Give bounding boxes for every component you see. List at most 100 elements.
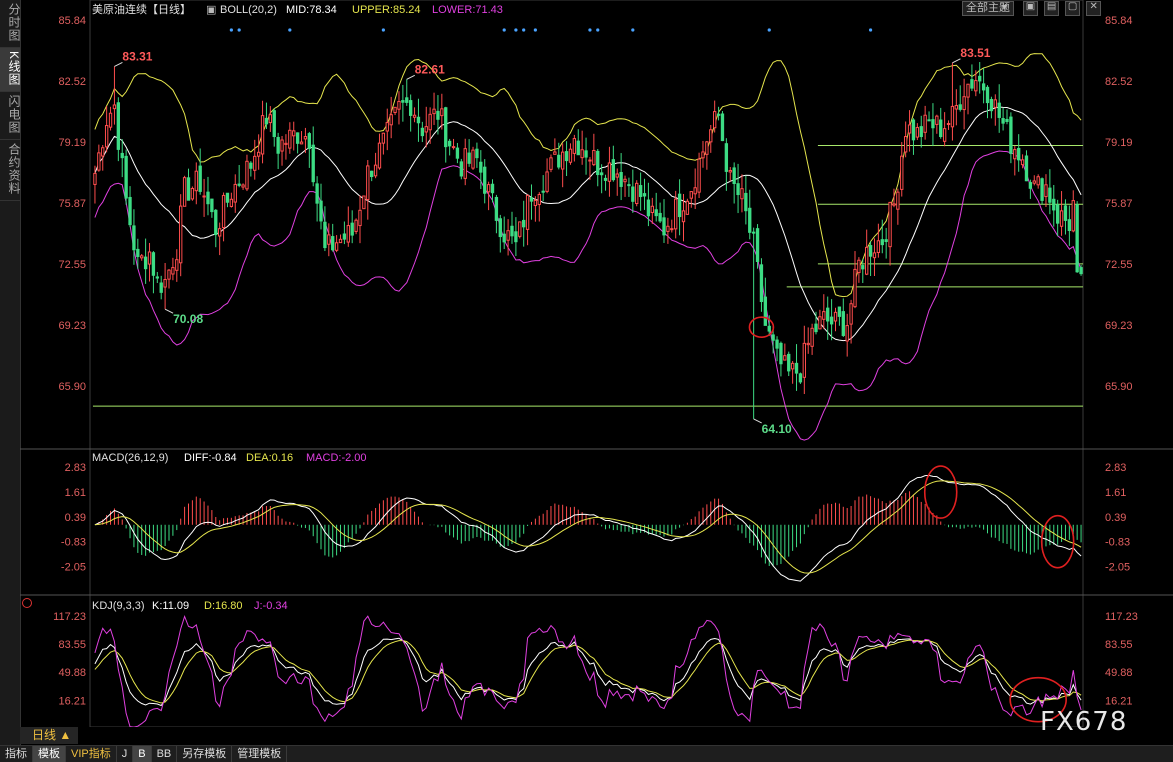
candle-body[interactable] (323, 221, 327, 249)
candle-body[interactable] (206, 191, 210, 205)
candle-body[interactable] (857, 259, 861, 274)
candle-body[interactable] (428, 113, 432, 131)
candle-body[interactable] (179, 205, 183, 264)
candle-body[interactable] (736, 183, 740, 196)
chevron-down-icon[interactable]: ▼ (1000, 2, 1009, 12)
candle-body[interactable] (455, 147, 460, 159)
candle-body[interactable] (822, 311, 826, 320)
candle-body[interactable] (580, 149, 584, 159)
candle-body[interactable] (607, 162, 612, 182)
candle-body[interactable] (802, 342, 806, 378)
candle-body[interactable] (198, 165, 202, 192)
candle-body[interactable] (674, 198, 678, 230)
candle-body[interactable] (358, 209, 362, 227)
candle-body[interactable] (1055, 204, 1060, 224)
candle-body[interactable] (260, 115, 265, 155)
candle-body[interactable] (1071, 200, 1075, 232)
candle-body[interactable] (775, 339, 779, 349)
candle-body[interactable] (557, 154, 561, 168)
candle-body[interactable] (646, 199, 651, 217)
candle-body[interactable] (167, 269, 171, 280)
candle-body[interactable] (416, 116, 421, 124)
candle-body[interactable] (888, 201, 892, 248)
candle-body[interactable] (182, 177, 187, 207)
candle-body[interactable] (619, 172, 623, 187)
candle-body[interactable] (366, 165, 370, 200)
candle-body[interactable] (946, 123, 951, 126)
candle-body[interactable] (826, 307, 830, 322)
candle-body[interactable] (132, 225, 136, 251)
candle-body[interactable] (603, 177, 608, 181)
candle-body[interactable] (923, 114, 927, 133)
candle-body[interactable] (303, 136, 308, 140)
candle-body[interactable] (331, 236, 335, 251)
candle-body[interactable] (958, 104, 962, 110)
candle-body[interactable] (280, 139, 284, 152)
candle-body[interactable] (147, 251, 152, 265)
candle-body[interactable] (370, 170, 374, 178)
candle-body[interactable] (662, 217, 666, 236)
candle-body[interactable] (256, 151, 261, 157)
candle-body[interactable] (615, 173, 619, 178)
candle-body[interactable] (124, 155, 128, 199)
candle-body[interactable] (432, 108, 436, 115)
candle-body[interactable] (405, 97, 409, 103)
candle-body[interactable] (865, 246, 869, 275)
candle-body[interactable] (685, 200, 690, 215)
candle-body[interactable] (354, 219, 358, 232)
candle-body[interactable] (112, 104, 117, 110)
candle-body[interactable] (939, 119, 943, 138)
candle-body[interactable] (635, 182, 639, 205)
candle-body[interactable] (284, 142, 288, 145)
bottom-tab-3[interactable]: J (117, 746, 134, 762)
candle-body[interactable] (728, 169, 732, 173)
candle-body[interactable] (381, 132, 386, 144)
candle-body[interactable] (463, 148, 467, 179)
candle-body[interactable] (732, 167, 736, 185)
sidebar-tab-1[interactable]: K线图 (0, 48, 21, 93)
candle-body[interactable] (814, 323, 818, 333)
candle-body[interactable] (642, 193, 647, 197)
candle-body[interactable] (186, 177, 191, 201)
candle-body[interactable] (393, 106, 397, 113)
candle-body[interactable] (989, 98, 994, 112)
candle-body[interactable] (159, 282, 163, 293)
candle-body[interactable] (447, 140, 452, 147)
candle-body[interactable] (681, 210, 686, 223)
candle-body[interactable] (346, 225, 350, 243)
candle-body[interactable] (299, 141, 304, 145)
candle-body[interactable] (229, 198, 234, 207)
candle-body[interactable] (264, 117, 269, 125)
candle-body[interactable] (907, 124, 912, 134)
candle-body[interactable] (900, 155, 904, 190)
candle-body[interactable] (767, 325, 771, 332)
candle-body[interactable] (919, 126, 923, 138)
candle-body[interactable] (744, 192, 748, 212)
candle-body[interactable] (568, 148, 573, 163)
sidebar-tab-3[interactable]: 合约资料 (0, 140, 21, 202)
candle-body[interactable] (327, 234, 331, 245)
candle-body[interactable] (650, 205, 654, 214)
candle-body[interactable] (970, 79, 974, 89)
candle-body[interactable] (490, 183, 495, 194)
candle-body[interactable] (716, 113, 721, 116)
candle-body[interactable] (627, 184, 631, 187)
candle-body[interactable] (545, 171, 549, 192)
candle-body[interactable] (420, 127, 425, 137)
candle-body[interactable] (572, 138, 577, 154)
settings-icon[interactable] (22, 598, 32, 608)
candle-body[interactable] (911, 119, 916, 141)
candle-body[interactable] (759, 264, 764, 303)
candle-body[interactable] (315, 183, 319, 204)
candle-body[interactable] (276, 136, 280, 154)
candle-body[interactable] (225, 192, 230, 203)
maximize-icon[interactable]: ▢ (1065, 1, 1081, 16)
candle-body[interactable] (950, 105, 955, 128)
candle-body[interactable] (498, 218, 502, 238)
candle-body[interactable] (120, 152, 124, 159)
candle-body[interactable] (549, 157, 553, 170)
candle-body[interactable] (1028, 182, 1033, 189)
candle-body[interactable] (249, 162, 253, 169)
candle-body[interactable] (553, 151, 557, 155)
candle-body[interactable] (658, 212, 662, 222)
